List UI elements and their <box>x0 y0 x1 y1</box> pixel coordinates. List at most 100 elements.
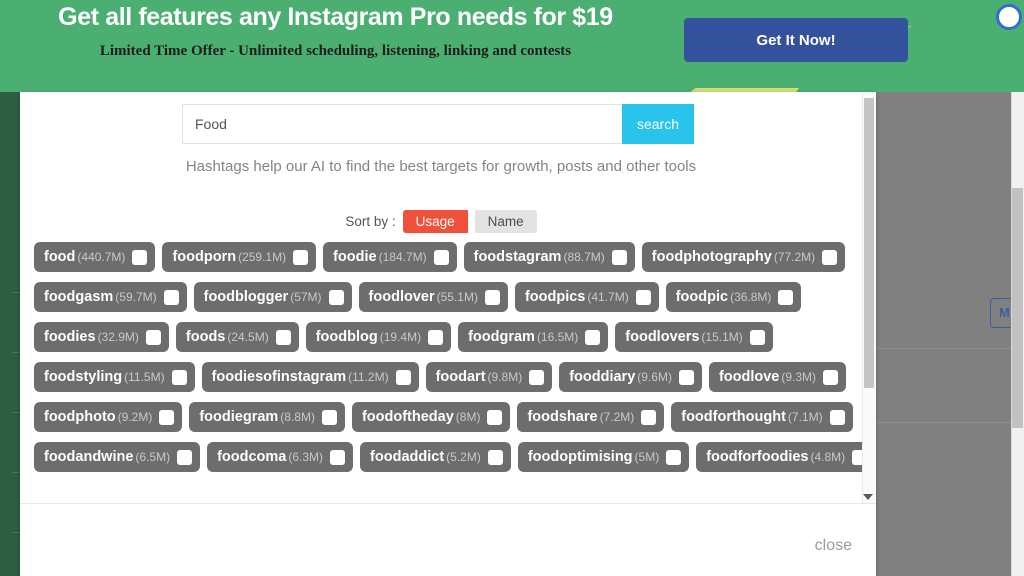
hashtag-chip-checkbox[interactable] <box>585 329 601 345</box>
hashtag-chip[interactable]: foodforfoodies (4.8M) <box>696 442 876 472</box>
hashtag-chip-count: (7.1M) <box>787 410 823 424</box>
hashtag-chip-checkbox[interactable] <box>132 249 148 265</box>
page-scrollbar-thumb[interactable] <box>1012 188 1023 428</box>
hashtag-chip-checkbox[interactable] <box>749 329 765 345</box>
app-screen: M T Get all features any Instagram Pro n… <box>0 0 1024 576</box>
hashtag-chip-checkbox[interactable] <box>330 449 346 465</box>
hashtag-chip-count: (16.5M) <box>536 330 579 344</box>
hashtag-chip-count: (9.2M) <box>117 410 153 424</box>
hashtag-chip-name: foodoftheday <box>361 409 454 425</box>
hashtag-chip-name: foodforfoodies <box>706 449 809 465</box>
hashtag-chip[interactable]: foodgasm (59.7M) <box>34 282 187 312</box>
hashtag-chip-count: (8M) <box>455 410 481 424</box>
hashtag-chip-checkbox[interactable] <box>829 409 845 425</box>
hashtag-chip[interactable]: foodforthought (7.1M) <box>671 402 853 432</box>
hashtag-chip-checkbox[interactable] <box>641 409 657 425</box>
hashtag-chip-checkbox[interactable] <box>823 369 839 385</box>
hashtag-chip-name: foodblogger <box>203 289 289 305</box>
hashtag-chip[interactable]: foodoptimising (5M) <box>517 442 690 472</box>
hashtag-row: foodandwine (6.5M) foodcoma (6.3M) foodaddic… <box>34 442 876 472</box>
hashtag-chip[interactable]: foodphotography (77.2M) <box>641 242 846 272</box>
hashtag-chip-checkbox[interactable] <box>678 369 694 385</box>
modal-scrollbar-thumb[interactable] <box>864 98 874 388</box>
search-input[interactable] <box>182 104 622 144</box>
get-it-now-button[interactable]: Get It Now! <box>684 18 908 62</box>
hashtag-chip[interactable]: foodshare (7.2M) <box>517 402 665 432</box>
hashtag-chip[interactable]: food (440.7M) <box>34 242 156 272</box>
hashtag-chip[interactable]: foodlovers (15.1M) <box>615 322 773 352</box>
hashtag-chip-name: foodies <box>44 329 96 345</box>
modal-scrollbar-track[interactable] <box>862 92 876 503</box>
hashtag-chip-checkbox[interactable] <box>433 249 449 265</box>
hashtag-chip-checkbox[interactable] <box>395 369 411 385</box>
chevron-down-icon[interactable] <box>863 494 873 500</box>
hashtag-chip[interactable]: foodgram (16.5M) <box>458 322 609 352</box>
hashtag-row: foodphoto (9.2M) foodiegram (8.8M) foodofthe… <box>34 402 854 432</box>
hashtag-chip[interactable]: foodstagram (88.7M) <box>463 242 635 272</box>
modal-footer: close <box>20 505 876 576</box>
hashtag-chip-checkbox[interactable] <box>487 449 503 465</box>
hashtag-chip[interactable]: foodblogger (57M) <box>193 282 352 312</box>
hashtag-chip-name: foodshare <box>527 409 598 425</box>
hashtag-chip[interactable]: foodaddict (5.2M) <box>360 442 511 472</box>
sort-by-usage-button[interactable]: Usage <box>402 210 468 233</box>
hashtag-chip[interactable]: foodpics (41.7M) <box>514 282 659 312</box>
hashtag-chip-name: foodgasm <box>44 289 114 305</box>
hashtag-chip[interactable]: foodie (184.7M) <box>323 242 457 272</box>
hashtag-chip[interactable]: foodpic (36.8M) <box>665 282 802 312</box>
hashtag-chip-checkbox[interactable] <box>611 249 627 265</box>
hashtag-chip[interactable]: foodiesofinstagram (11.2M) <box>201 362 419 392</box>
hashtag-chip-name: foodie <box>333 249 377 265</box>
sort-by-name-button[interactable]: Name <box>474 210 537 233</box>
hashtag-chip[interactable]: foodporn (259.1M) <box>162 242 317 272</box>
hashtag-chip[interactable]: foodlover (55.1M) <box>358 282 508 312</box>
close-button[interactable]: close <box>815 537 852 555</box>
hashtag-chip-checkbox[interactable] <box>177 449 193 465</box>
hashtag-chip[interactable]: foodoftheday (8M) <box>351 402 511 432</box>
helper-text: Hashtags help our AI to find the best ta… <box>185 158 697 175</box>
hashtag-chip-checkbox[interactable] <box>484 289 500 305</box>
hashtag-chip-count: (32.9M) <box>97 330 139 344</box>
hashtag-chip[interactable]: foods (24.5M) <box>175 322 299 352</box>
hashtag-chip[interactable]: fooddiary (9.6M) <box>559 362 702 392</box>
hashtag-chip-checkbox[interactable] <box>171 369 187 385</box>
hashtag-chip[interactable]: foodblog (19.4M) <box>305 322 452 352</box>
hashtag-chip-name: foodaddict <box>370 449 445 465</box>
hashtag-chip-checkbox[interactable] <box>293 249 309 265</box>
page-scrollbar-track[interactable] <box>1011 92 1024 576</box>
hashtag-list: food (440.7M) foodporn (259.1M) foodie (184.7… <box>34 242 876 482</box>
hashtag-chip[interactable]: foodlove (9.3M) <box>708 362 847 392</box>
hashtag-chip-checkbox[interactable] <box>635 289 651 305</box>
hashtag-chip-name: foodpics <box>524 289 586 305</box>
hashtag-chip-count: (24.5M) <box>227 330 269 344</box>
hashtag-chip-checkbox[interactable] <box>145 329 161 345</box>
hashtag-chip-checkbox[interactable] <box>666 449 682 465</box>
hashtag-chip-name: foodblog <box>315 329 378 345</box>
hashtag-chip[interactable]: foodstyling (11.5M) <box>34 362 195 392</box>
hashtag-chip-checkbox[interactable] <box>275 329 291 345</box>
hashtag-chip[interactable]: foodandwine (6.5M) <box>34 442 201 472</box>
hashtag-chip-checkbox[interactable] <box>328 289 344 305</box>
hashtag-chip-checkbox[interactable] <box>428 329 444 345</box>
hashtag-search-modal: search Hashtags help our AI to find the … <box>20 92 876 576</box>
hashtag-chip-checkbox[interactable] <box>159 409 175 425</box>
hashtag-chip-name: foodart <box>435 369 486 385</box>
hashtag-chip-checkbox[interactable] <box>487 409 503 425</box>
hashtag-chip-checkbox[interactable] <box>529 369 545 385</box>
search-button[interactable]: search <box>622 104 694 144</box>
hashtag-chip[interactable]: foodiegram (8.8M) <box>189 402 345 432</box>
hashtag-chip-checkbox[interactable] <box>822 249 838 265</box>
hashtag-chip-checkbox[interactable] <box>778 289 794 305</box>
hashtag-chip-checkbox[interactable] <box>163 289 179 305</box>
hashtag-chip[interactable]: foodphoto (9.2M) <box>34 402 183 432</box>
hashtag-row: food (440.7M) foodporn (259.1M) foodie (184.7… <box>34 242 854 272</box>
hashtag-chip-name: foodstyling <box>44 369 123 385</box>
hashtag-chip-count: (6.5M) <box>135 450 171 464</box>
hashtag-chip[interactable]: foodcoma (6.3M) <box>207 442 354 472</box>
hashtag-chip[interactable]: foodies (32.9M) <box>34 322 169 352</box>
hashtag-chip-name: foodcoma <box>217 449 287 465</box>
circle-badge-icon <box>996 4 1022 30</box>
hashtag-chip-name: foodlove <box>718 369 780 385</box>
hashtag-chip[interactable]: foodart (9.8M) <box>425 362 553 392</box>
hashtag-chip-checkbox[interactable] <box>321 409 337 425</box>
